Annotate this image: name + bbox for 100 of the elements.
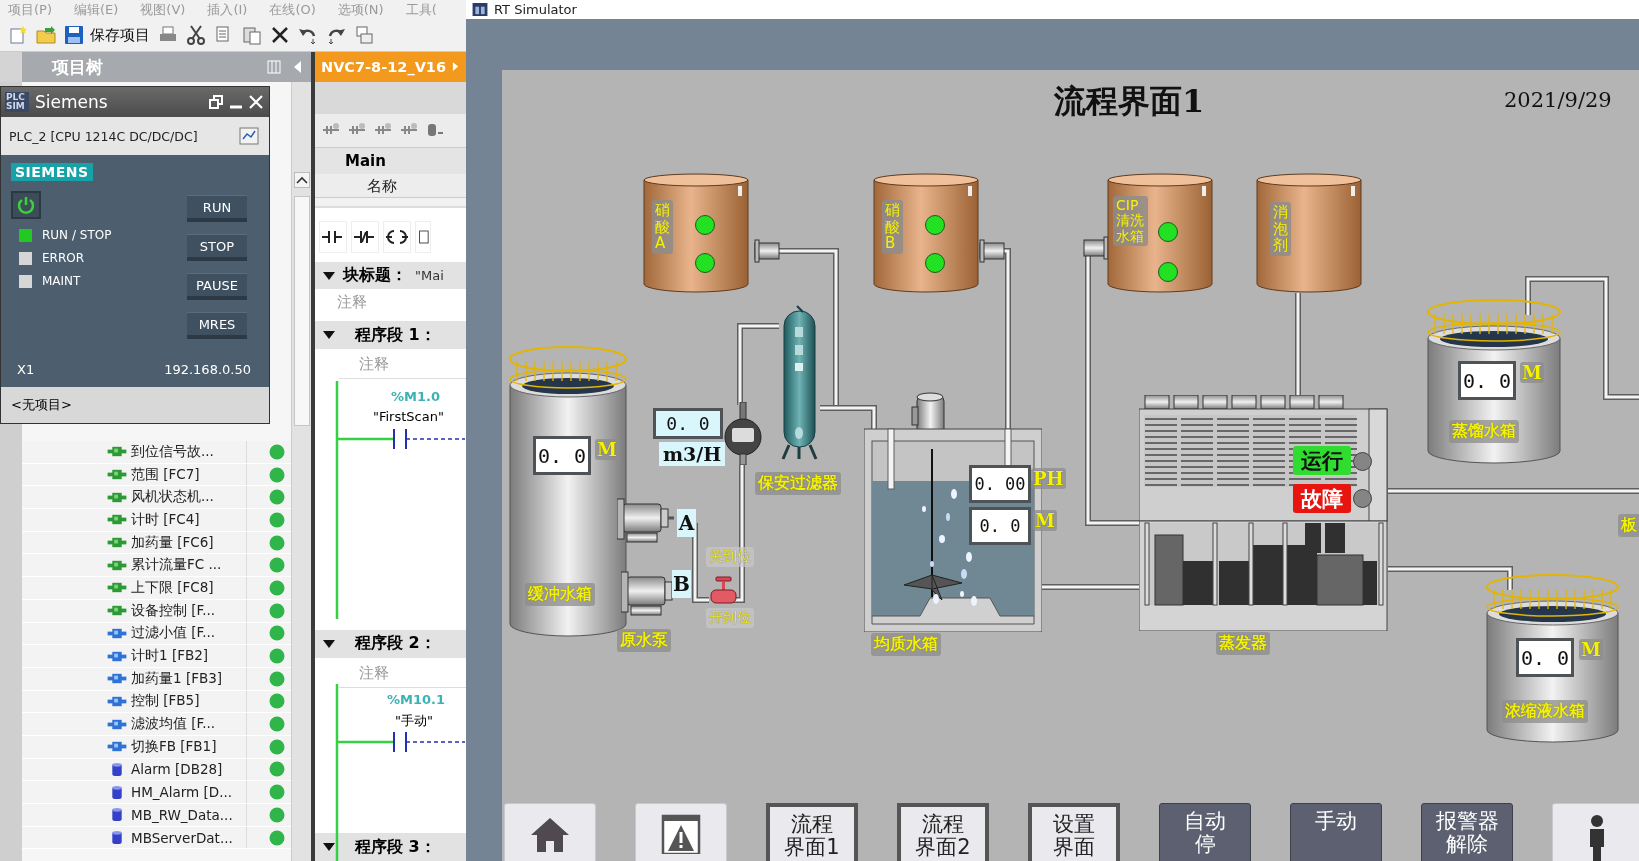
- command-button[interactable]: 报警器 解除: [1421, 803, 1513, 861]
- led-label: RUN / STOP: [42, 228, 112, 242]
- command-button[interactable]: 自动 停: [1159, 803, 1251, 861]
- tank-label: 蒸馏水箱: [1449, 420, 1519, 443]
- level-readout: 0. 0: [1458, 361, 1516, 400]
- status-dot-icon: [269, 466, 285, 483]
- status-dot-icon: [269, 738, 285, 755]
- editor-tab-title: NVC7-8-12_V16: [321, 58, 447, 75]
- window-title: Siemens: [35, 92, 109, 112]
- folder-icon[interactable]: [36, 25, 56, 45]
- column-header[interactable]: 名称: [367, 173, 397, 197]
- status-dot-icon: [269, 648, 285, 665]
- expand-triangle-icon[interactable]: [323, 843, 335, 851]
- alarm-button[interactable]: [635, 803, 727, 861]
- scrollbar[interactable]: [291, 82, 311, 861]
- panel-title: 项目树: [52, 55, 104, 79]
- window-title: RT Simulator: [494, 2, 577, 17]
- pipe-flange: [1083, 236, 1109, 260]
- unit-label: M: [595, 439, 619, 460]
- screen-button[interactable]: 设置 界面: [1028, 803, 1120, 861]
- chart-icon[interactable]: [239, 127, 259, 145]
- tree-item[interactable]: 加药量1 [FB3]: [22, 667, 291, 691]
- tree-item[interactable]: Alarm [DB28]: [22, 758, 291, 782]
- coil-icon[interactable]: [383, 220, 411, 253]
- command-button[interactable]: 手动: [1290, 803, 1382, 861]
- app-icon: [472, 3, 488, 16]
- tree-item[interactable]: 设备控制 [F...: [22, 599, 291, 623]
- tree-item[interactable]: HM_Alarm [D...: [22, 781, 291, 804]
- network-title: 程序段 3：: [355, 836, 436, 858]
- status-dot-icon: [269, 602, 285, 619]
- expand-triangle-icon[interactable]: [323, 639, 335, 648]
- tree-item[interactable]: 加药量 [FC6]: [22, 531, 291, 555]
- paste-icon[interactable]: [242, 25, 262, 45]
- mode-button[interactable]: PAUSE: [187, 273, 247, 300]
- tree-item[interactable]: 范围 [FC7]: [22, 463, 291, 487]
- close-icon[interactable]: [249, 95, 263, 109]
- download-icon[interactable]: [354, 25, 374, 45]
- tree-item[interactable]: 过滤小值 [F...: [22, 622, 291, 646]
- network-title: 程序段 2：: [355, 633, 436, 655]
- tree-item[interactable]: 滤波均值 [F...: [22, 713, 291, 736]
- status-dot-icon: [269, 557, 285, 574]
- delete-icon[interactable]: [270, 25, 290, 45]
- tree-item[interactable]: 上下限 [FC8]: [22, 577, 291, 600]
- pump-tag: A: [677, 509, 696, 537]
- home-button[interactable]: [504, 803, 596, 861]
- screen-title: 流程界面1: [1054, 81, 1205, 122]
- equipment-label: 保安过滤器: [755, 472, 841, 495]
- status-dot-icon: [269, 784, 285, 801]
- scroll-up-icon[interactable]: [293, 172, 310, 188]
- tree-item[interactable]: 计时1 [FB2]: [22, 645, 291, 668]
- mode-button[interactable]: RUN: [187, 195, 247, 222]
- interface-name: X1: [17, 361, 35, 377]
- valve-status-label: 关到位: [706, 547, 754, 567]
- person-icon: [1587, 814, 1607, 861]
- valve-status-label: 开到位: [706, 608, 754, 628]
- power-button[interactable]: [11, 191, 41, 219]
- mode-button[interactable]: MRES: [187, 312, 247, 339]
- led-label: ERROR: [42, 251, 85, 265]
- normally-open-contact-icon[interactable]: [319, 220, 347, 253]
- tree-item[interactable]: 累计流量FC ...: [22, 554, 291, 578]
- scroll-thumb[interactable]: [293, 196, 310, 426]
- unit-label: M: [1033, 510, 1057, 531]
- sensor-readout: 0. 0: [969, 507, 1031, 545]
- mode-button[interactable]: STOP: [187, 234, 247, 261]
- tree-item[interactable]: 计时 [FC4]: [22, 509, 291, 532]
- tree-item[interactable]: 控制 [FB5]: [22, 690, 291, 714]
- pump-tag: B: [672, 570, 691, 598]
- block-title-value: "Mai: [415, 268, 444, 283]
- restore-icon[interactable]: [209, 95, 223, 109]
- unit-label: M: [1579, 639, 1603, 660]
- tree-item[interactable]: 切换FB [FB1]: [22, 735, 291, 759]
- tree-item[interactable]: 到位信号故...: [22, 441, 291, 464]
- unit-label: PH: [1031, 468, 1066, 489]
- block-title-label: 块标题：: [343, 265, 407, 286]
- pump-drawing: [617, 497, 674, 544]
- screen-button[interactable]: 流程 界面2: [897, 803, 989, 861]
- status-dot-icon: [269, 489, 285, 506]
- user-button[interactable]: [1552, 803, 1639, 861]
- tree-item[interactable]: 风机状态机...: [22, 486, 291, 510]
- device-name: PLC_2 [CPU 1214C DC/DC/DC]: [9, 128, 198, 144]
- warning-window-icon: [661, 814, 701, 854]
- tree-item[interactable]: MB_RW_Data...: [22, 804, 291, 827]
- block-name: Main: [315, 147, 466, 174]
- box-instruction-icon[interactable]: [415, 220, 431, 253]
- scissors-icon[interactable]: [186, 25, 206, 45]
- tank-label: 均质水箱: [871, 633, 941, 656]
- expand-triangle-icon[interactable]: [323, 271, 335, 280]
- app-badge: PLC SIM: [5, 92, 29, 112]
- tank-label: 缓冲水箱: [525, 583, 595, 606]
- expand-triangle-icon[interactable]: [323, 331, 335, 340]
- save-project-button[interactable]: 保存项目: [64, 25, 150, 45]
- tree-item[interactable]: MBServerDat...: [22, 826, 291, 850]
- status-dot-icon: [269, 761, 285, 778]
- status-dot-icon: [269, 716, 285, 733]
- equipment-label: 板: [1618, 514, 1639, 537]
- screen-button[interactable]: 流程 界面1: [766, 803, 858, 861]
- pipe-flange: [754, 239, 780, 263]
- status-label: 运行: [1293, 446, 1351, 475]
- status-dot-icon: [269, 693, 285, 710]
- normally-closed-contact-icon[interactable]: [351, 220, 379, 253]
